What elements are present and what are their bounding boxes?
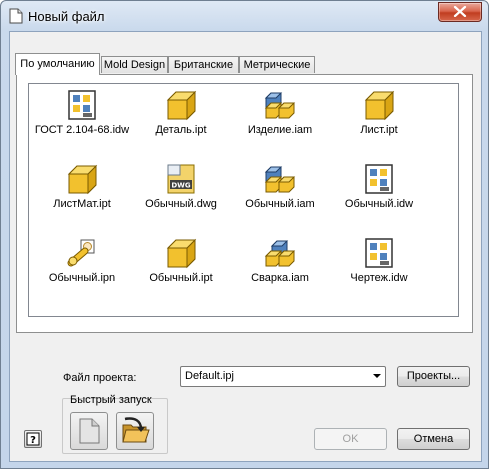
sheetmetal-ipt-icon [364,90,395,121]
template-name: Обычный.idw [344,198,414,210]
ok-button[interactable]: OK [314,428,387,450]
tab-imperial[interactable]: Британские [168,56,239,73]
template-name: ЛистМат.ipt [53,198,111,210]
svg-text:DWG: DWG [171,182,191,190]
new-file-icon [9,8,23,24]
help-icon: ? [26,432,40,446]
assembly-iam-icon [264,166,296,193]
part-ipt-icon [166,238,197,269]
template-name: Сварка.iam [251,272,309,284]
quick-launch-new-button[interactable] [70,412,108,450]
template-item[interactable]: Обычный.ipt [133,236,229,284]
close-icon [453,6,467,17]
title-bar[interactable]: Новый файл [1,1,488,31]
tab-label: Метрические [243,59,311,71]
tab-metric[interactable]: Метрические [239,56,315,73]
template-item[interactable]: Изделие.iam [232,88,328,136]
sheetmetal-ipt-icon [67,164,98,195]
template-item[interactable]: Чертеж.idw [331,236,427,284]
template-name: Лист.ipt [360,124,398,136]
template-name: Обычный.ipn [48,272,116,284]
quick-launch-open-button[interactable] [116,412,154,450]
template-name: Обычный.ipt [149,272,213,284]
part-ipt-icon [166,90,197,121]
cancel-button-label: Отмена [413,433,454,445]
template-item[interactable]: Сварка.iam [232,236,328,284]
tab-panel: ГОСТ 2.104-68.idw Деталь.ipt Изделие.iam… [16,74,473,333]
tab-mold-design[interactable]: Mold Design [101,56,168,73]
template-item[interactable]: Лист.ipt [331,88,427,136]
template-item[interactable]: DWG Обычный.dwg [133,162,229,210]
dwg-icon: DWG [167,164,195,194]
template-name: Обычный.dwg [145,198,217,210]
presentation-ipn-icon [67,239,95,267]
template-name: Чертеж.idw [350,272,408,284]
template-item[interactable]: ЛистМат.ipt [34,162,130,210]
weldment-iam-icon [264,240,296,267]
dialog-client: По умолчанию Mold Design Британские Метр… [9,31,482,462]
project-file-label: Файл проекта: [63,372,137,384]
template-item[interactable]: Деталь.ipt [133,88,229,136]
tab-label: Mold Design [103,59,166,71]
tab-label: По умолчанию [20,58,95,70]
tab-default[interactable]: По умолчанию [15,53,100,75]
help-glyph: ? [30,435,36,446]
drawing-idw-icon [365,164,393,194]
window-title: Новый файл [28,9,105,24]
dialog-window: Новый файл По умолчанию Mold Design Брит… [0,0,489,469]
template-name: ГОСТ 2.104-68.idw [34,124,130,136]
template-item[interactable]: Обычный.ipn [34,236,130,284]
tab-label: Британские [173,59,234,71]
assembly-iam-icon [264,92,296,119]
template-name: Изделие.iam [247,124,313,136]
template-file-list: ГОСТ 2.104-68.idw Деталь.ipt Изделие.iam… [28,83,459,317]
blank-document-icon [79,418,100,444]
projects-button[interactable]: Проекты... [397,366,470,387]
drawing-idw-icon [365,238,393,268]
chevron-down-icon [373,374,381,378]
template-item[interactable]: Обычный.idw [331,162,427,210]
ok-button-label: OK [342,433,359,445]
projects-button-label: Проекты... [406,370,461,382]
template-item[interactable]: Обычный.iam [232,162,328,210]
project-file-dropdown[interactable]: Default.ipj [180,366,386,387]
close-button[interactable] [438,2,482,22]
project-file-value: Default.ipj [185,370,234,382]
quick-launch-label: Быстрый запуск [70,394,152,406]
template-name: Обычный.iam [245,198,315,210]
drawing-idw-icon [68,90,96,120]
help-button[interactable]: ? [24,430,42,448]
cancel-button[interactable]: Отмена [397,428,470,450]
template-item[interactable]: ГОСТ 2.104-68.idw [34,88,130,136]
template-name: Деталь.ipt [155,124,207,136]
open-folder-icon [122,417,150,443]
